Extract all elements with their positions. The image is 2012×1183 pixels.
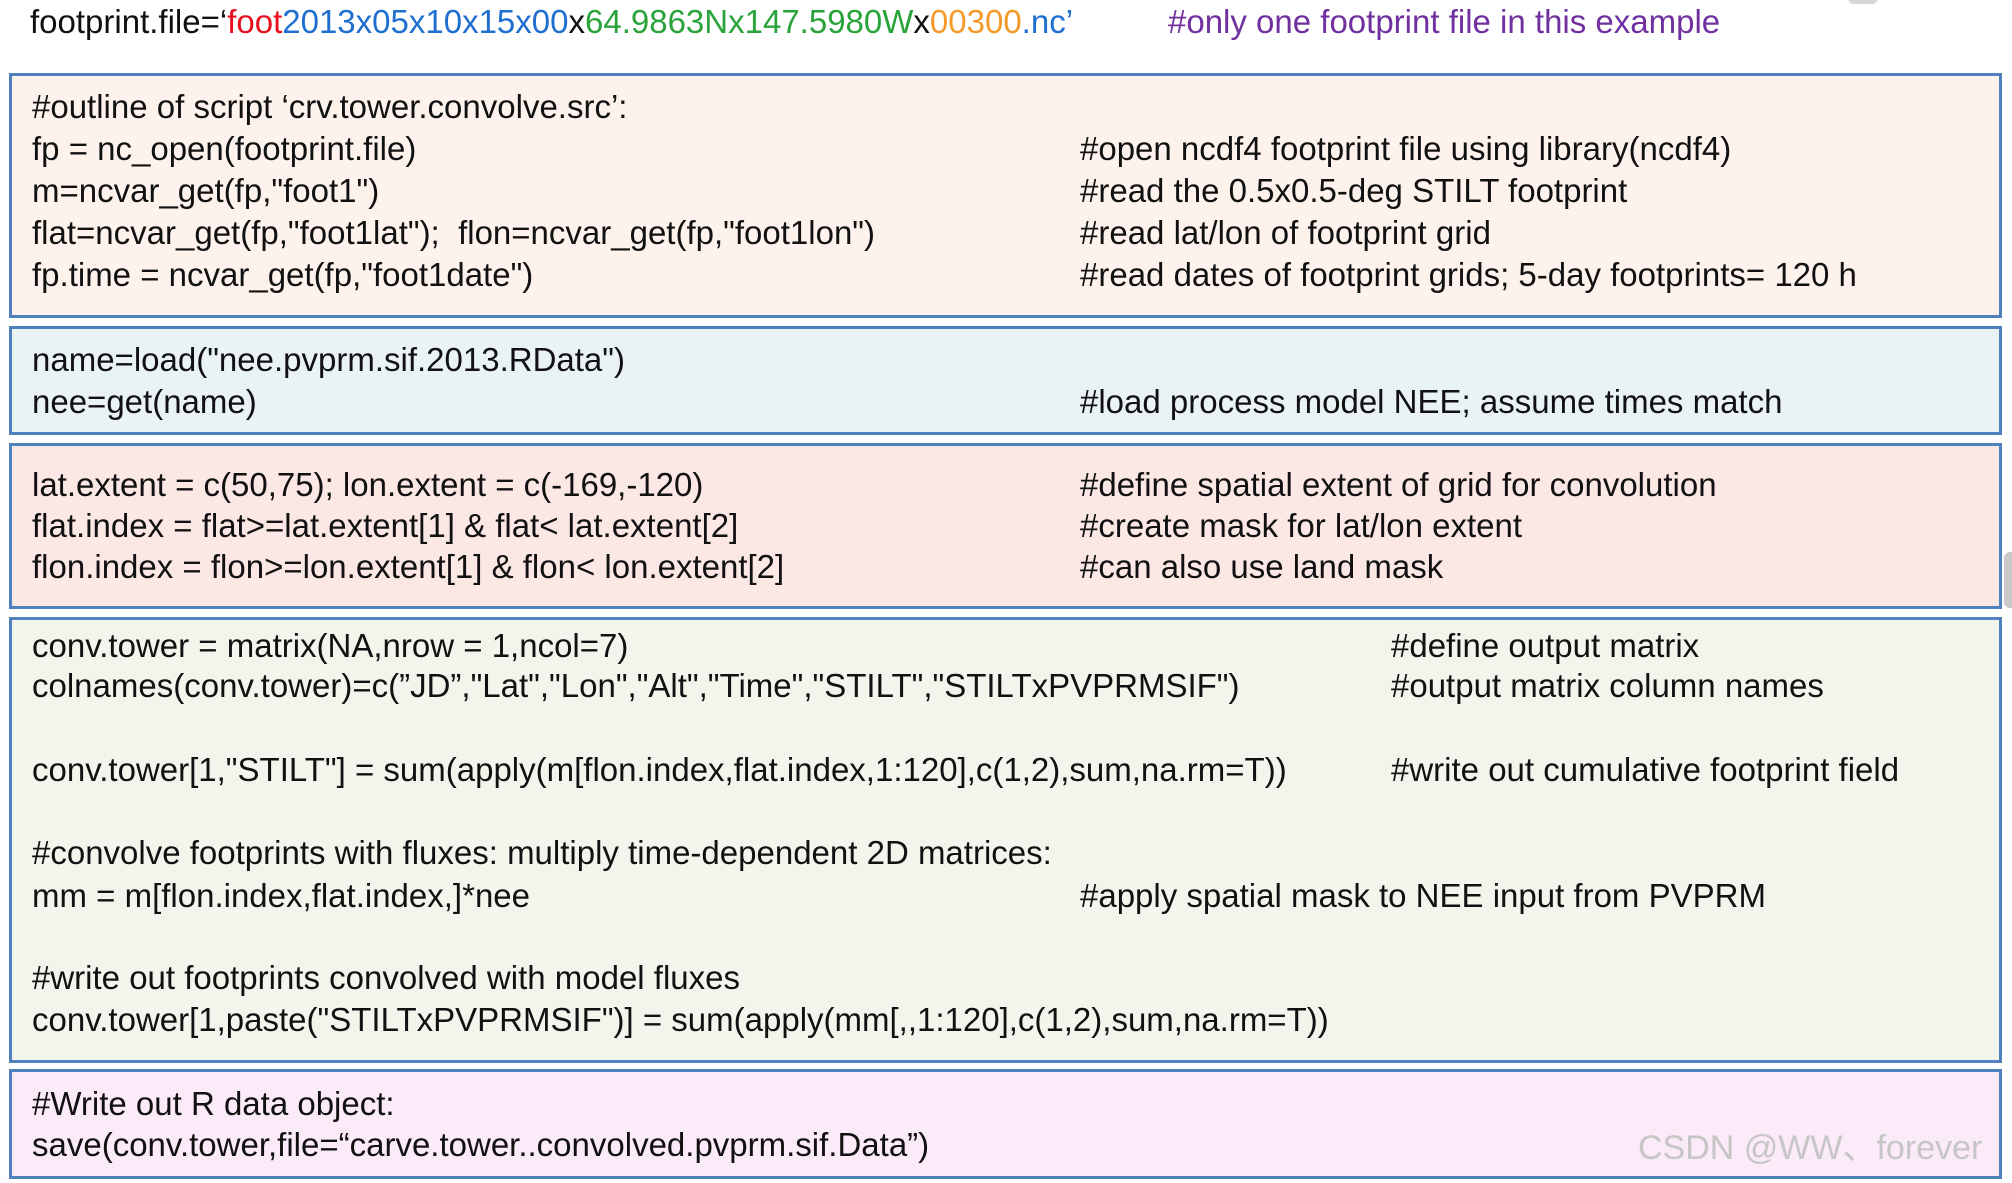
footprint-foot-token: foot: [227, 3, 283, 40]
code-block-open-footprint: #outline of script ‘crv.tower.convolve.s…: [9, 73, 2002, 318]
code-comment: #output matrix column names: [1391, 667, 1824, 704]
code-text: lat.extent = c(50,75); lon.extent = c(-1…: [32, 466, 704, 503]
code-text: colnames(conv.tower)=c(”JD”,"Lat","Lon",…: [32, 667, 1240, 704]
code-line: #convolve footprints with fluxes: multip…: [32, 833, 1999, 873]
footprint-alt-token: 00300: [929, 3, 1022, 40]
code-comment: #read dates of footprint grids; 5-day fo…: [1080, 256, 1857, 293]
code-text: nee=get(name): [32, 383, 257, 420]
code-line: #write out footprints convolved with mod…: [32, 958, 1999, 998]
code-comment: #create mask for lat/lon extent: [1080, 507, 1523, 544]
code-line: #outline of script ‘crv.tower.convolve.s…: [32, 87, 1999, 127]
watermark: CSDN @WW、forever: [1638, 1129, 1983, 1167]
code-comment: #apply spatial mask to NEE input from PV…: [1080, 877, 1766, 914]
footprint-coords-token: 64.9863Nx147.5980W: [585, 3, 914, 40]
code-line: fp = nc_open(footprint.file) #open ncdf4…: [32, 129, 1999, 169]
code-text: name=load("nee.pvprm.sif.2013.RData"): [32, 341, 625, 378]
code-text: flat=ncvar_get(fp,"foot1lat"); flon=ncva…: [32, 214, 875, 251]
footprint-extension: .nc’: [1021, 3, 1074, 40]
scroll-handle-side[interactable]: [2004, 552, 2012, 608]
code-comment: #read the 0.5x0.5-deg STILT footprint: [1080, 172, 1628, 209]
code-block-load-nee: name=load("nee.pvprm.sif.2013.RData") ne…: [9, 326, 2002, 435]
code-line: mm = m[flon.index,flat.index,]*nee #appl…: [32, 876, 1999, 916]
code-text: conv.tower[1,paste("STILTxPVPRMSIF")] = …: [32, 1001, 1329, 1038]
code-text: fp.time = ncvar_get(fp,"foot1date"): [32, 256, 534, 293]
code-text: flat.index = flat>=lat.extent[1] & flat<…: [32, 507, 739, 544]
code-text: m=ncvar_get(fp,"foot1"): [32, 172, 380, 209]
footprint-file-line: footprint.file=‘foot2013x05x10x15x00x64.…: [30, 2, 1720, 42]
footprint-file-comment: #only one footprint file in this example: [1168, 3, 1721, 40]
code-text: #Write out R data object:: [32, 1085, 395, 1122]
code-line: #Write out R data object:: [32, 1084, 1999, 1124]
code-comment: #load process model NEE; assume times ma…: [1080, 383, 1783, 420]
code-line: name=load("nee.pvprm.sif.2013.RData"): [32, 340, 1999, 380]
code-block-convolution: conv.tower = matrix(NA,nrow = 1,ncol=7) …: [9, 617, 2002, 1063]
footprint-date-token: 2013x05x10x15x00: [282, 3, 569, 40]
code-text: #write out footprints convolved with mod…: [32, 959, 741, 996]
code-text: #convolve footprints with fluxes: multip…: [32, 834, 1052, 871]
code-line: lat.extent = c(50,75); lon.extent = c(-1…: [32, 465, 1999, 505]
code-line: colnames(conv.tower)=c(”JD”,"Lat","Lon",…: [32, 666, 1999, 706]
scroll-handle-top[interactable]: [1848, 0, 1878, 4]
code-comment: #define output matrix: [1391, 627, 1700, 664]
code-text: conv.tower[1,"STILT"] = sum(apply(m[flon…: [32, 751, 1287, 788]
code-line: conv.tower[1,"STILT"] = sum(apply(m[flon…: [32, 750, 1999, 790]
code-line: conv.tower = matrix(NA,nrow = 1,ncol=7) …: [32, 626, 1999, 666]
code-block-spatial-extent: lat.extent = c(50,75); lon.extent = c(-1…: [9, 443, 2002, 609]
code-line: conv.tower[1,paste("STILTxPVPRMSIF")] = …: [32, 1000, 1999, 1040]
code-line: flon.index = flon>=lon.extent[1] & flon<…: [32, 547, 1999, 587]
code-text: conv.tower = matrix(NA,nrow = 1,ncol=7): [32, 627, 629, 664]
code-comment: #can also use land mask: [1080, 548, 1444, 585]
code-comment: #read lat/lon of footprint grid: [1080, 214, 1491, 251]
footprint-file-prefix: footprint.file=‘: [30, 3, 228, 40]
code-comment: #open ncdf4 footprint file using library…: [1080, 130, 1732, 167]
code-text: fp = nc_open(footprint.file): [32, 130, 417, 167]
footprint-separator: x: [568, 3, 586, 40]
page: { "header": { "prefix": "footprint.file=…: [0, 0, 2012, 1183]
code-text: flon.index = flon>=lon.extent[1] & flon<…: [32, 548, 785, 585]
code-line: fp.time = ncvar_get(fp,"foot1date") #rea…: [32, 255, 1999, 295]
code-comment: #write out cumulative footprint field: [1391, 751, 1900, 788]
footprint-separator: x: [913, 3, 930, 40]
code-line: flat=ncvar_get(fp,"foot1lat"); flon=ncva…: [32, 213, 1999, 253]
code-text: save(conv.tower,file=“carve.tower..convo…: [32, 1126, 930, 1163]
code-comment: #define spatial extent of grid for convo…: [1080, 466, 1717, 503]
code-text: mm = m[flon.index,flat.index,]*nee: [32, 877, 530, 914]
code-line: flat.index = flat>=lat.extent[1] & flat<…: [32, 506, 1999, 546]
code-line: m=ncvar_get(fp,"foot1") #read the 0.5x0.…: [32, 171, 1999, 211]
code-line: nee=get(name) #load process model NEE; a…: [32, 382, 1999, 422]
code-text: #outline of script ‘crv.tower.convolve.s…: [32, 88, 628, 125]
